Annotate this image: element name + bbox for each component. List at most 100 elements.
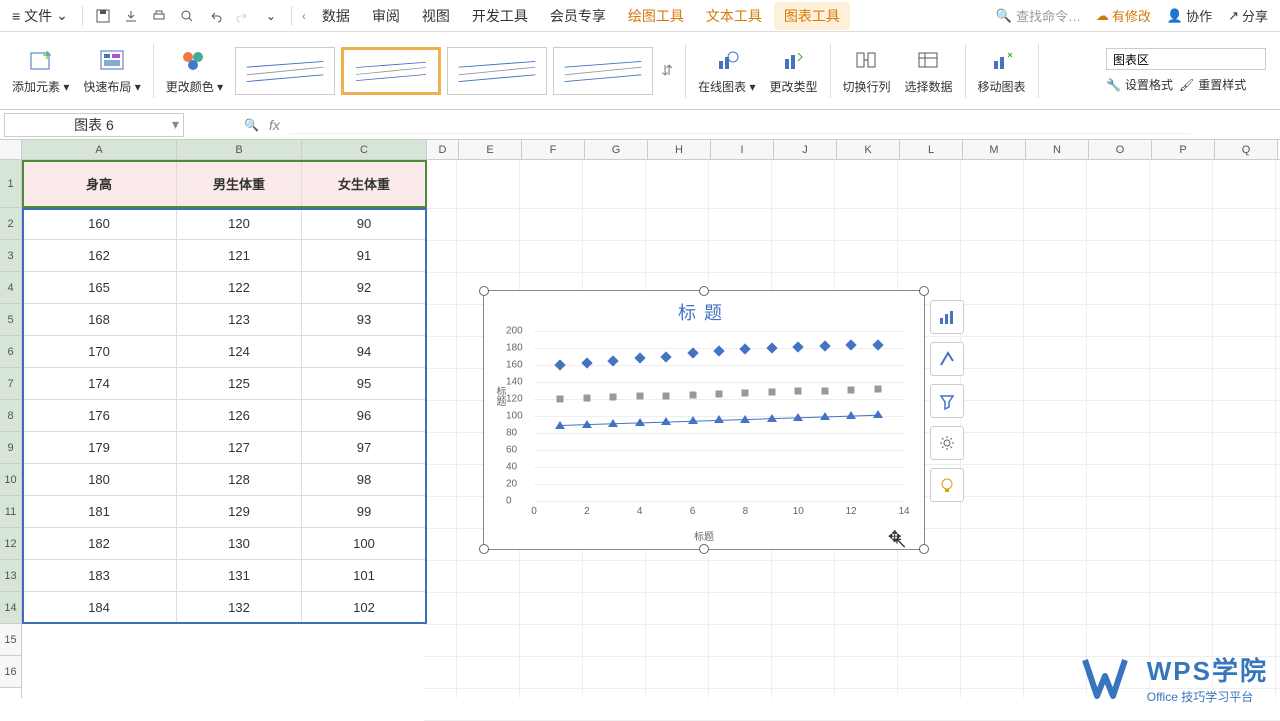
change-color-button[interactable]: 更改颜色 ▾ <box>160 42 229 99</box>
share-button[interactable]: ↗ 分享 <box>1222 6 1274 25</box>
row-header[interactable]: 15 <box>0 624 21 656</box>
row-header[interactable]: 9 <box>0 432 21 464</box>
cell[interactable]: 95 <box>302 368 427 400</box>
resize-handle[interactable] <box>919 544 929 554</box>
plot-area[interactable]: 02040608010012014016018020002468101214 <box>534 331 904 501</box>
undo-icon[interactable] <box>203 4 227 28</box>
zoom-out-icon[interactable]: 🔍 <box>244 118 259 132</box>
print-icon[interactable] <box>147 4 171 28</box>
col-header[interactable]: I <box>711 140 774 159</box>
chart-area-input[interactable] <box>1106 48 1266 70</box>
row-header[interactable]: 6 <box>0 336 21 368</box>
x-axis-label[interactable]: 标题 <box>484 528 924 543</box>
cell[interactable]: 168 <box>22 304 177 336</box>
tab-1[interactable]: 审阅 <box>362 2 410 30</box>
formula-bar[interactable] <box>290 116 1190 134</box>
row-header[interactable]: 13 <box>0 560 21 592</box>
cell[interactable]: 130 <box>177 528 302 560</box>
tab-2[interactable]: 视图 <box>412 2 460 30</box>
cell[interactable]: 184 <box>22 592 177 624</box>
print-preview-icon[interactable] <box>175 4 199 28</box>
row-header[interactable]: 11 <box>0 496 21 528</box>
cell[interactable]: 124 <box>177 336 302 368</box>
tab-7[interactable]: 图表工具 <box>774 2 850 30</box>
chart-styles-icon[interactable] <box>930 342 964 376</box>
row-header[interactable]: 5 <box>0 304 21 336</box>
chart-style-4[interactable] <box>553 47 653 95</box>
cell[interactable]: 99 <box>302 496 427 528</box>
col-header[interactable]: M <box>963 140 1026 159</box>
cell[interactable]: 165 <box>22 272 177 304</box>
cell[interactable]: 160 <box>22 208 177 240</box>
redo-icon[interactable] <box>231 4 255 28</box>
col-header[interactable]: Q <box>1215 140 1278 159</box>
col-header[interactable]: F <box>522 140 585 159</box>
cell[interactable]: 94 <box>302 336 427 368</box>
col-header[interactable]: G <box>585 140 648 159</box>
resize-handle[interactable] <box>479 286 489 296</box>
resize-handle[interactable] <box>919 286 929 296</box>
chart-tips-icon[interactable] <box>930 468 964 502</box>
row-header[interactable]: 14 <box>0 592 21 624</box>
cell[interactable]: 男生体重 <box>177 160 302 208</box>
tab-3[interactable]: 开发工具 <box>462 2 538 30</box>
cell[interactable]: 101 <box>302 560 427 592</box>
col-header[interactable]: O <box>1089 140 1152 159</box>
cell[interactable]: 183 <box>22 560 177 592</box>
col-header[interactable]: L <box>900 140 963 159</box>
cell[interactable]: 97 <box>302 432 427 464</box>
resize-handle[interactable] <box>699 544 709 554</box>
row-header[interactable]: 16 <box>0 656 21 688</box>
row-header[interactable]: 7 <box>0 368 21 400</box>
cell[interactable]: 92 <box>302 272 427 304</box>
col-header[interactable]: C <box>302 140 427 159</box>
chart-elements-icon[interactable] <box>930 300 964 334</box>
tab-6[interactable]: 文本工具 <box>696 2 772 30</box>
cell[interactable]: 93 <box>302 304 427 336</box>
cell[interactable]: 127 <box>177 432 302 464</box>
change-type-button[interactable]: 更改类型 <box>764 42 824 99</box>
cell[interactable]: 128 <box>177 464 302 496</box>
cell[interactable]: 96 <box>302 400 427 432</box>
online-chart-button[interactable]: 在线图表 ▾ <box>692 42 761 99</box>
cell[interactable]: 102 <box>302 592 427 624</box>
switch-rowcol-button[interactable]: 切换行列 <box>837 42 897 99</box>
cell[interactable]: 182 <box>22 528 177 560</box>
resize-handle[interactable] <box>479 544 489 554</box>
chart-style-3[interactable] <box>447 47 547 95</box>
quick-layout-button[interactable]: 快速布局 ▾ <box>77 42 146 99</box>
col-header[interactable]: K <box>837 140 900 159</box>
chart-style-1[interactable] <box>235 47 335 95</box>
chart-settings-icon[interactable] <box>930 426 964 460</box>
col-header[interactable]: H <box>648 140 711 159</box>
cell[interactable]: 98 <box>302 464 427 496</box>
cell[interactable]: 120 <box>177 208 302 240</box>
collab-button[interactable]: 👤 协作 <box>1161 6 1218 25</box>
cell[interactable]: 121 <box>177 240 302 272</box>
reset-style-button[interactable]: 🖌重置样式 <box>1179 76 1246 93</box>
cell[interactable]: 女生体重 <box>302 160 427 208</box>
file-menu[interactable]: ≡ 文件 ⌄ <box>6 2 74 30</box>
name-box[interactable]: 图表 6 ▾ <box>4 113 184 137</box>
save-icon[interactable] <box>91 4 115 28</box>
col-header[interactable]: A <box>22 140 177 159</box>
cell[interactable]: 174 <box>22 368 177 400</box>
col-header[interactable]: J <box>774 140 837 159</box>
search-box[interactable]: 🔍 查找命令… <box>996 6 1086 25</box>
set-format-button[interactable]: 🔧设置格式 <box>1106 76 1173 93</box>
cell[interactable]: 91 <box>302 240 427 272</box>
cell[interactable]: 180 <box>22 464 177 496</box>
cell[interactable]: 170 <box>22 336 177 368</box>
add-element-button[interactable]: 添加元素 ▾ <box>6 42 75 99</box>
fx-icon[interactable]: fx <box>269 117 280 133</box>
row-header[interactable]: 3 <box>0 240 21 272</box>
col-header[interactable]: P <box>1152 140 1215 159</box>
gallery-expand-icon[interactable]: ⇵ <box>659 47 675 95</box>
cell[interactable]: 身高 <box>22 160 177 208</box>
qat-more-icon[interactable]: ⌄ <box>259 4 283 28</box>
select-data-button[interactable]: 选择数据 <box>899 42 959 99</box>
tab-5[interactable]: 绘图工具 <box>618 2 694 30</box>
cell[interactable]: 90 <box>302 208 427 240</box>
col-header[interactable]: D <box>427 140 459 159</box>
row-header[interactable]: 12 <box>0 528 21 560</box>
